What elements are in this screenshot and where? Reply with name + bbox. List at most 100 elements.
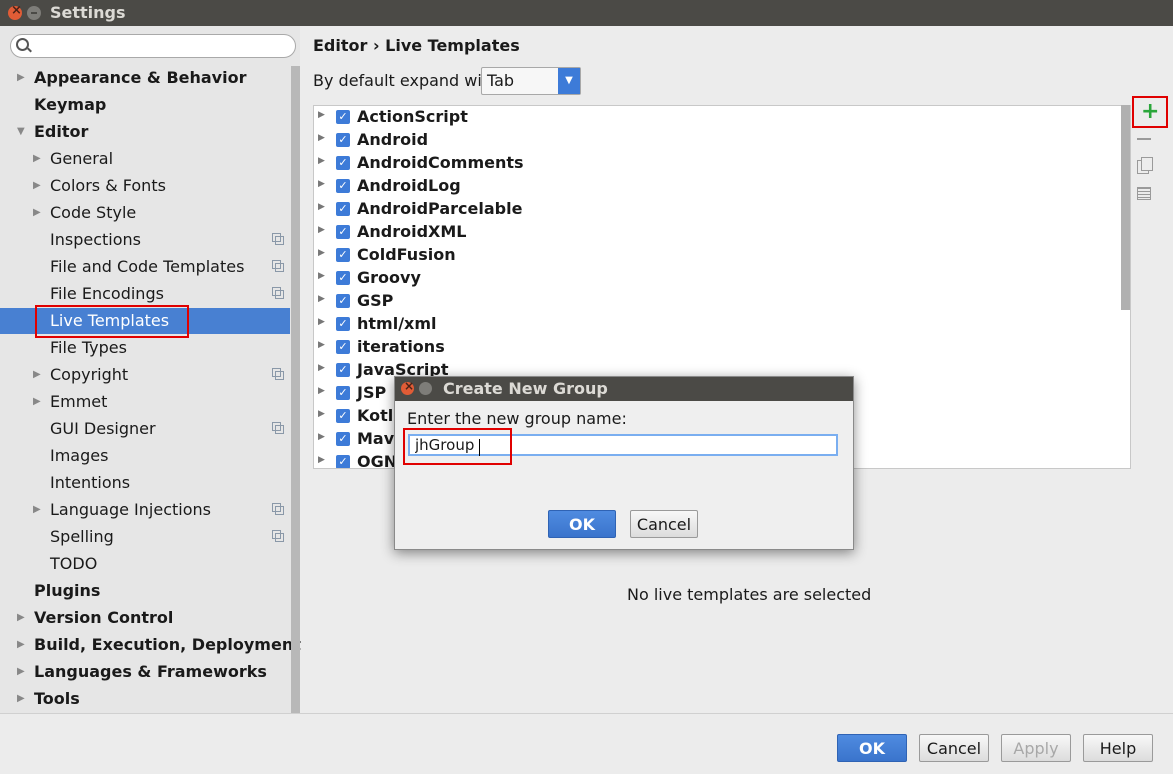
dialog-cancel-button[interactable]: Cancel (630, 510, 698, 538)
copy-icon[interactable] (1137, 157, 1153, 174)
chevron-right-icon[interactable]: ▶ (318, 179, 325, 189)
chevron-right-icon[interactable]: ▶ (318, 317, 325, 327)
chevron-right-icon[interactable]: ▶ (318, 156, 325, 166)
sidebar-item[interactable]: ▶ General (0, 146, 290, 172)
template-group-checkbox[interactable]: ✓ (336, 156, 350, 170)
chevron-right-icon[interactable]: ▶ (33, 200, 41, 226)
dialog-minimize-icon[interactable] (419, 382, 432, 395)
sidebar-scrollbar[interactable] (291, 66, 300, 714)
sidebar-item[interactable]: ▶ Appearance & Behavior (0, 65, 290, 91)
template-group-row[interactable]: ▶ ✓ ColdFusion (314, 244, 1122, 267)
edit-icon[interactable] (1137, 187, 1151, 200)
sidebar-item[interactable]: ▶ Language Injections (0, 497, 290, 523)
settings-search-input[interactable] (10, 34, 296, 58)
chevron-right-icon[interactable]: ▶ (33, 173, 41, 199)
window-minimize-icon[interactable] (27, 6, 41, 20)
sidebar-item[interactable]: Keymap (0, 92, 290, 118)
chevron-right-icon[interactable]: ▶ (318, 133, 325, 143)
chevron-right-icon[interactable]: ▶ (33, 362, 41, 388)
chevron-right-icon[interactable]: ▶ (17, 659, 25, 685)
template-group-checkbox[interactable]: ✓ (336, 110, 350, 124)
sidebar-item-label: Colors & Fonts (50, 176, 166, 195)
sidebar-item[interactable]: ▶ Languages & Frameworks (0, 659, 290, 685)
help-button[interactable]: Help (1083, 734, 1153, 762)
sidebar-item[interactable]: Intentions (0, 470, 290, 496)
sidebar-item[interactable]: Plugins (0, 578, 290, 604)
template-group-row[interactable]: ▶ ✓ AndroidParcelable (314, 198, 1122, 221)
cancel-button[interactable]: Cancel (919, 734, 989, 762)
settings-sidebar: ▶ Appearance & Behavior Keymap ▼ Editor ▶ Gene… (0, 26, 301, 714)
template-list-scrollbar[interactable] (1121, 105, 1130, 310)
chevron-right-icon[interactable]: ▶ (33, 389, 41, 415)
template-group-checkbox[interactable]: ✓ (336, 340, 350, 354)
minus-icon[interactable] (1137, 138, 1151, 140)
chevron-right-icon[interactable]: ▶ (318, 455, 325, 465)
window-titlebar: Settings (0, 0, 1173, 26)
template-group-checkbox[interactable]: ✓ (336, 455, 350, 468)
chevron-right-icon[interactable]: ▶ (318, 225, 325, 235)
template-group-checkbox[interactable]: ✓ (336, 179, 350, 193)
chevron-right-icon[interactable]: ▶ (17, 686, 25, 712)
template-group-row[interactable]: ▶ ✓ AndroidComments (314, 152, 1122, 175)
ok-button[interactable]: OK (837, 734, 907, 762)
sidebar-item[interactable]: File Encodings (0, 281, 290, 307)
window-close-icon[interactable] (8, 3, 22, 20)
sidebar-item[interactable]: TODO (0, 551, 290, 577)
chevron-right-icon[interactable]: ▶ (33, 146, 41, 172)
template-group-checkbox[interactable]: ✓ (336, 225, 350, 239)
template-group-row[interactable]: ▶ ✓ Android (314, 129, 1122, 152)
chevron-right-icon[interactable]: ▶ (318, 409, 325, 419)
sidebar-item[interactable]: ▶ Version Control (0, 605, 290, 631)
template-group-checkbox[interactable]: ✓ (336, 133, 350, 147)
sidebar-item[interactable]: ▼ Editor (0, 119, 290, 145)
sidebar-item[interactable]: ▶ Emmet (0, 389, 290, 415)
template-group-row[interactable]: ▶ ✓ iterations (314, 336, 1122, 359)
dialog-ok-button[interactable]: OK (548, 510, 616, 538)
chevron-right-icon[interactable]: ▶ (318, 248, 325, 258)
template-group-row[interactable]: ▶ ✓ Groovy (314, 267, 1122, 290)
sidebar-item[interactable]: File and Code Templates (0, 254, 290, 280)
template-group-checkbox[interactable]: ✓ (336, 248, 350, 262)
chevron-right-icon[interactable]: ▶ (318, 432, 325, 442)
sidebar-item[interactable]: ▶ Colors & Fonts (0, 173, 290, 199)
sidebar-item[interactable]: ▶ Code Style (0, 200, 290, 226)
template-group-row[interactable]: ▶ ✓ GSP (314, 290, 1122, 313)
chevron-right-icon[interactable]: ▶ (17, 605, 25, 631)
template-group-row[interactable]: ▶ ✓ html/xml (314, 313, 1122, 336)
template-group-checkbox[interactable]: ✓ (336, 363, 350, 377)
sidebar-item[interactable]: Inspections (0, 227, 290, 253)
template-group-row[interactable]: ▶ ✓ AndroidXML (314, 221, 1122, 244)
sidebar-item[interactable]: File Types (0, 335, 290, 361)
expand-with-select[interactable]: Tab ▼ (481, 67, 581, 95)
template-group-row[interactable]: ▶ ✓ AndroidLog (314, 175, 1122, 198)
sidebar-item[interactable]: ▶ Build, Execution, Deployment (0, 632, 301, 658)
chevron-right-icon[interactable]: ▶ (318, 386, 325, 396)
template-group-checkbox[interactable]: ✓ (336, 432, 350, 446)
chevron-right-icon[interactable]: ▶ (318, 110, 325, 120)
dialog-close-icon[interactable] (401, 379, 414, 395)
template-group-checkbox[interactable]: ✓ (336, 386, 350, 400)
sidebar-item[interactable]: Images (0, 443, 290, 469)
chevron-right-icon[interactable]: ▶ (17, 65, 25, 91)
chevron-right-icon[interactable]: ▶ (318, 340, 325, 350)
template-group-row[interactable]: ▶ ✓ ActionScript (314, 106, 1122, 129)
chevron-right-icon[interactable]: ▶ (318, 294, 325, 304)
template-group-checkbox[interactable]: ✓ (336, 317, 350, 331)
apply-button[interactable]: Apply (1001, 734, 1071, 762)
template-group-checkbox[interactable]: ✓ (336, 271, 350, 285)
chevron-down-icon[interactable]: ▼ (17, 119, 25, 145)
chevron-right-icon[interactable]: ▶ (318, 363, 325, 373)
chevron-right-icon[interactable]: ▶ (318, 271, 325, 281)
sidebar-item[interactable]: ▶ Copyright (0, 362, 290, 388)
template-group-checkbox[interactable]: ✓ (336, 294, 350, 308)
chevron-right-icon[interactable]: ▶ (33, 497, 41, 523)
sidebar-item[interactable]: Spelling (0, 524, 290, 550)
chevron-right-icon[interactable]: ▶ (318, 202, 325, 212)
chevron-down-icon[interactable]: ▼ (558, 68, 580, 94)
sidebar-item[interactable]: GUI Designer (0, 416, 290, 442)
template-group-checkbox[interactable]: ✓ (336, 202, 350, 216)
chevron-right-icon[interactable]: ▶ (17, 632, 25, 658)
sidebar-item[interactable]: ▶ Tools (0, 686, 290, 712)
template-group-checkbox[interactable]: ✓ (336, 409, 350, 423)
add-template-button[interactable]: + (1132, 96, 1168, 128)
